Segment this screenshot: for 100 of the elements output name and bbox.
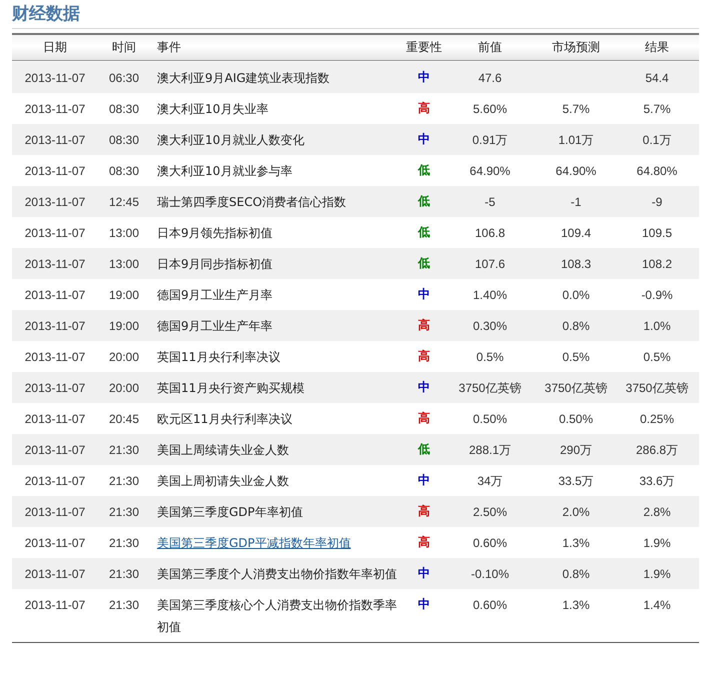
forecast-value: 0.8% <box>561 566 591 583</box>
time-cell-text: 21:30 <box>108 504 140 521</box>
result-value: 1.9% <box>642 535 672 552</box>
event-cell-text: 美国第三季度个人消费支出物价指数年率初值 <box>156 566 398 583</box>
result-value: 5.7% <box>642 101 672 118</box>
importance-label: 中 <box>417 69 431 86</box>
result-value: 286.8万 <box>634 442 680 459</box>
previous-value: 0.50% <box>472 411 508 428</box>
event-cell-text: 欧元区11月央行利率决议 <box>156 411 294 428</box>
forecast-value: 1.3% <box>561 597 591 614</box>
importance-label: 高 <box>417 317 431 334</box>
column-header: 日期 <box>42 39 68 56</box>
time-cell-text: 21:30 <box>108 566 140 583</box>
previous-value: 0.30% <box>472 318 508 335</box>
forecast-value: 0.50% <box>558 411 594 428</box>
page-title: 财经数据 <box>12 2 699 29</box>
result-value: 54.4 <box>644 70 670 87</box>
date-cell-text: 2013-11-07 <box>24 504 86 521</box>
time-cell-text: 19:00 <box>108 318 140 335</box>
column-header: 前值 <box>477 39 503 56</box>
date-cell-text: 2013-11-07 <box>24 132 86 149</box>
date-cell-text: 2013-11-07 <box>24 318 86 335</box>
time-cell-text: 13:00 <box>108 225 140 242</box>
importance-label: 低 <box>416 193 431 210</box>
result-value: 0.25% <box>638 411 676 428</box>
event-cell-text: 德国9月工业生产年率 <box>156 318 274 335</box>
time-cell-text: 08:30 <box>108 163 140 180</box>
time-cell-text: 21:30 <box>108 597 140 614</box>
time-cell-text: 21:30 <box>108 535 140 552</box>
forecast-value: 109.4 <box>560 225 592 242</box>
previous-value: 2.50% <box>472 504 508 521</box>
time-cell-text: 21:30 <box>108 442 140 459</box>
importance-label: 低 <box>416 441 431 458</box>
date-cell-text: 2013-11-07 <box>24 194 86 211</box>
event-cell-text: 美国第三季度核心个人消费支出物价指数季率初值 <box>156 597 398 636</box>
importance-label: 中 <box>417 131 431 148</box>
date-cell-text: 2013-11-07 <box>24 256 86 273</box>
importance-label: 低 <box>416 162 431 179</box>
forecast-value: 108.3 <box>560 256 592 273</box>
previous-value: 0.60% <box>472 535 508 552</box>
importance-label: 高 <box>417 100 431 117</box>
date-cell-text: 2013-11-07 <box>24 411 86 428</box>
event-cell-text: 日本9月领先指标初值 <box>156 225 274 242</box>
importance-label: 高 <box>417 348 431 365</box>
forecast-value: 2.0% <box>561 504 591 521</box>
time-cell-text: 13:00 <box>108 256 140 273</box>
forecast-value: 0.8% <box>561 318 591 335</box>
time-cell-text: 20:45 <box>108 411 140 428</box>
previous-value: -5 <box>484 194 496 211</box>
importance-label: 中 <box>417 472 431 489</box>
result-value: 108.2 <box>640 256 674 273</box>
result-value: 33.6万 <box>638 473 676 490</box>
time-cell-text: 08:30 <box>108 132 140 149</box>
time-cell-text: 08:30 <box>108 101 140 118</box>
importance-label: 中 <box>417 379 431 396</box>
result-value: 1.4% <box>642 597 672 614</box>
event-cell-text: 澳大利亚9月AIG建筑业表现指数 <box>156 70 331 87</box>
date-cell-text: 2013-11-07 <box>24 349 86 366</box>
importance-label: 高 <box>417 534 431 551</box>
previous-value: 1.40% <box>472 287 508 304</box>
result-value: -9 <box>650 194 664 211</box>
time-cell-text: 20:00 <box>108 349 140 366</box>
time-cell-text: 21:30 <box>108 473 140 490</box>
forecast-value: 0.0% <box>561 287 591 304</box>
event-link[interactable]: 美国第三季度GDP平减指数年率初值 <box>150 527 405 558</box>
result-value: 1.0% <box>642 318 672 335</box>
date-cell-text: 2013-11-07 <box>24 535 86 552</box>
result-value: 64.80% <box>636 163 678 180</box>
event-cell-text: 澳大利亚10月就业人数变化 <box>156 132 306 149</box>
importance-label: 高 <box>417 503 431 520</box>
event-cell-text: 澳大利亚10月失业率 <box>156 101 270 118</box>
event-cell-text: 英国11月央行利率决议 <box>156 349 282 366</box>
importance-label: 低 <box>416 255 431 272</box>
previous-value: 3750亿英镑 <box>458 380 522 397</box>
column-header: 市场预测 <box>551 39 601 56</box>
result-value: -0.9% <box>640 287 674 304</box>
previous-value: 5.60% <box>472 101 508 118</box>
event-cell-text: 英国11月央行资产购买规模 <box>156 380 306 397</box>
previous-value: 0.60% <box>472 597 508 614</box>
importance-label: 中 <box>417 286 431 303</box>
date-cell-text: 2013-11-07 <box>24 287 86 304</box>
forecast-value: 5.7% <box>561 101 591 118</box>
date-cell-text: 2013-11-07 <box>24 597 86 614</box>
event-cell-text: 日本9月同步指标初值 <box>156 256 274 273</box>
time-cell-text: 06:30 <box>108 70 140 87</box>
date-cell-text: 2013-11-07 <box>24 566 86 583</box>
result-value: 1.9% <box>642 566 672 583</box>
forecast-value: 290万 <box>558 442 594 459</box>
forecast-value: 1.01万 <box>557 132 595 149</box>
time-cell-text: 12:45 <box>108 194 140 211</box>
forecast-value: -1 <box>570 194 582 211</box>
previous-value: 288.1万 <box>468 442 512 459</box>
previous-value: 64.90% <box>468 163 512 180</box>
previous-value: 106.8 <box>474 225 506 242</box>
importance-label: 低 <box>416 224 431 241</box>
date-cell-text: 2013-11-07 <box>24 70 86 87</box>
date-cell-text: 2013-11-07 <box>24 380 86 397</box>
event-cell-text: 美国上周初请失业金人数 <box>156 473 290 490</box>
previous-value: 47.6 <box>477 70 503 87</box>
column-header: 时间 <box>111 39 137 56</box>
